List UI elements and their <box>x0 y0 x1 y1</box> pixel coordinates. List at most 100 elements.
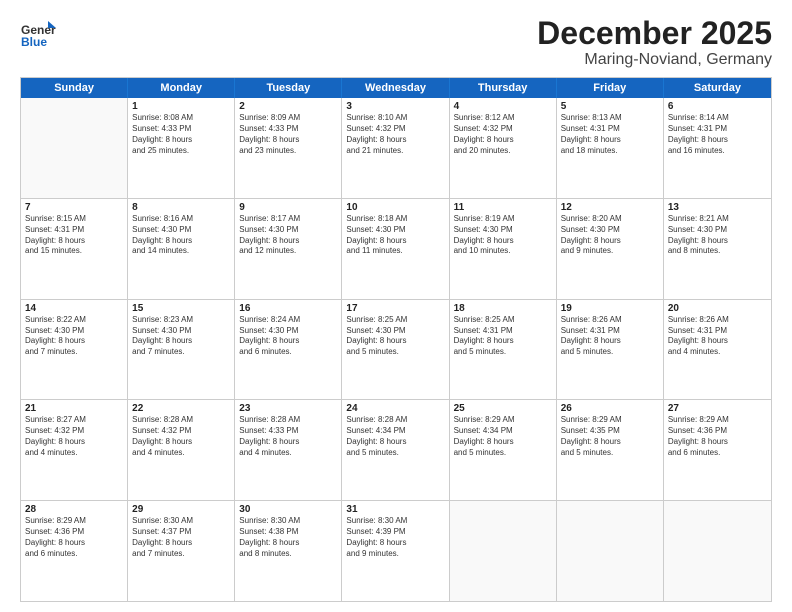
cal-cell: 19Sunrise: 8:26 AM Sunset: 4:31 PM Dayli… <box>557 300 664 400</box>
day-number: 29 <box>132 504 230 515</box>
cell-info: Sunrise: 8:28 AM Sunset: 4:32 PM Dayligh… <box>132 415 230 458</box>
day-number: 15 <box>132 303 230 314</box>
cell-info: Sunrise: 8:29 AM Sunset: 4:35 PM Dayligh… <box>561 415 659 458</box>
title-month: December 2025 <box>537 16 772 51</box>
cell-info: Sunrise: 8:12 AM Sunset: 4:32 PM Dayligh… <box>454 113 552 156</box>
week-row-4: 21Sunrise: 8:27 AM Sunset: 4:32 PM Dayli… <box>21 399 771 500</box>
day-number: 16 <box>239 303 337 314</box>
day-number: 17 <box>346 303 444 314</box>
day-number: 19 <box>561 303 659 314</box>
day-number: 30 <box>239 504 337 515</box>
cal-cell: 23Sunrise: 8:28 AM Sunset: 4:33 PM Dayli… <box>235 400 342 500</box>
day-number: 9 <box>239 202 337 213</box>
day-number: 26 <box>561 403 659 414</box>
header-day-sunday: Sunday <box>21 78 128 98</box>
cal-cell: 29Sunrise: 8:30 AM Sunset: 4:37 PM Dayli… <box>128 501 235 601</box>
header-day-monday: Monday <box>128 78 235 98</box>
week-row-5: 28Sunrise: 8:29 AM Sunset: 4:36 PM Dayli… <box>21 500 771 601</box>
day-number: 24 <box>346 403 444 414</box>
cell-info: Sunrise: 8:27 AM Sunset: 4:32 PM Dayligh… <box>25 415 123 458</box>
cell-info: Sunrise: 8:20 AM Sunset: 4:30 PM Dayligh… <box>561 214 659 257</box>
header-day-wednesday: Wednesday <box>342 78 449 98</box>
cal-cell: 10Sunrise: 8:18 AM Sunset: 4:30 PM Dayli… <box>342 199 449 299</box>
cal-cell: 17Sunrise: 8:25 AM Sunset: 4:30 PM Dayli… <box>342 300 449 400</box>
cell-info: Sunrise: 8:24 AM Sunset: 4:30 PM Dayligh… <box>239 315 337 358</box>
day-number: 3 <box>346 101 444 112</box>
cal-cell: 1Sunrise: 8:08 AM Sunset: 4:33 PM Daylig… <box>128 98 235 198</box>
cell-info: Sunrise: 8:29 AM Sunset: 4:36 PM Dayligh… <box>668 415 767 458</box>
cell-info: Sunrise: 8:25 AM Sunset: 4:31 PM Dayligh… <box>454 315 552 358</box>
cal-cell: 20Sunrise: 8:26 AM Sunset: 4:31 PM Dayli… <box>664 300 771 400</box>
cell-info: Sunrise: 8:17 AM Sunset: 4:30 PM Dayligh… <box>239 214 337 257</box>
day-number: 22 <box>132 403 230 414</box>
cal-cell: 7Sunrise: 8:15 AM Sunset: 4:31 PM Daylig… <box>21 199 128 299</box>
cal-cell: 16Sunrise: 8:24 AM Sunset: 4:30 PM Dayli… <box>235 300 342 400</box>
day-number: 31 <box>346 504 444 515</box>
cal-cell: 6Sunrise: 8:14 AM Sunset: 4:31 PM Daylig… <box>664 98 771 198</box>
cell-info: Sunrise: 8:21 AM Sunset: 4:30 PM Dayligh… <box>668 214 767 257</box>
cal-cell: 13Sunrise: 8:21 AM Sunset: 4:30 PM Dayli… <box>664 199 771 299</box>
header-day-tuesday: Tuesday <box>235 78 342 98</box>
week-row-1: 1Sunrise: 8:08 AM Sunset: 4:33 PM Daylig… <box>21 98 771 198</box>
page: GeneralBlue December 2025 Maring-Noviand… <box>0 0 792 612</box>
day-number: 23 <box>239 403 337 414</box>
day-number: 7 <box>25 202 123 213</box>
cal-cell: 2Sunrise: 8:09 AM Sunset: 4:33 PM Daylig… <box>235 98 342 198</box>
day-number: 1 <box>132 101 230 112</box>
cell-info: Sunrise: 8:14 AM Sunset: 4:31 PM Dayligh… <box>668 113 767 156</box>
title-location: Maring-Noviand, Germany <box>537 51 772 69</box>
calendar: SundayMondayTuesdayWednesdayThursdayFrid… <box>20 77 772 602</box>
cal-cell: 14Sunrise: 8:22 AM Sunset: 4:30 PM Dayli… <box>21 300 128 400</box>
cell-info: Sunrise: 8:09 AM Sunset: 4:33 PM Dayligh… <box>239 113 337 156</box>
cal-cell: 30Sunrise: 8:30 AM Sunset: 4:38 PM Dayli… <box>235 501 342 601</box>
day-number: 6 <box>668 101 767 112</box>
cell-info: Sunrise: 8:15 AM Sunset: 4:31 PM Dayligh… <box>25 214 123 257</box>
cal-cell: 26Sunrise: 8:29 AM Sunset: 4:35 PM Dayli… <box>557 400 664 500</box>
svg-text:Blue: Blue <box>21 35 47 49</box>
cell-info: Sunrise: 8:19 AM Sunset: 4:30 PM Dayligh… <box>454 214 552 257</box>
title-block: December 2025 Maring-Noviand, Germany <box>537 16 772 69</box>
day-number: 13 <box>668 202 767 213</box>
day-number: 20 <box>668 303 767 314</box>
cal-cell: 21Sunrise: 8:27 AM Sunset: 4:32 PM Dayli… <box>21 400 128 500</box>
cal-cell: 31Sunrise: 8:30 AM Sunset: 4:39 PM Dayli… <box>342 501 449 601</box>
cal-cell: 28Sunrise: 8:29 AM Sunset: 4:36 PM Dayli… <box>21 501 128 601</box>
header: GeneralBlue December 2025 Maring-Noviand… <box>20 16 772 69</box>
cell-info: Sunrise: 8:28 AM Sunset: 4:33 PM Dayligh… <box>239 415 337 458</box>
cell-info: Sunrise: 8:29 AM Sunset: 4:34 PM Dayligh… <box>454 415 552 458</box>
cal-cell: 3Sunrise: 8:10 AM Sunset: 4:32 PM Daylig… <box>342 98 449 198</box>
cell-info: Sunrise: 8:10 AM Sunset: 4:32 PM Dayligh… <box>346 113 444 156</box>
week-row-2: 7Sunrise: 8:15 AM Sunset: 4:31 PM Daylig… <box>21 198 771 299</box>
day-number: 12 <box>561 202 659 213</box>
cal-cell: 5Sunrise: 8:13 AM Sunset: 4:31 PM Daylig… <box>557 98 664 198</box>
header-day-thursday: Thursday <box>450 78 557 98</box>
day-number: 14 <box>25 303 123 314</box>
cal-cell <box>21 98 128 198</box>
logo-icon: GeneralBlue <box>20 16 56 52</box>
cal-cell: 11Sunrise: 8:19 AM Sunset: 4:30 PM Dayli… <box>450 199 557 299</box>
cell-info: Sunrise: 8:26 AM Sunset: 4:31 PM Dayligh… <box>668 315 767 358</box>
cell-info: Sunrise: 8:23 AM Sunset: 4:30 PM Dayligh… <box>132 315 230 358</box>
calendar-body: 1Sunrise: 8:08 AM Sunset: 4:33 PM Daylig… <box>21 98 771 601</box>
day-number: 8 <box>132 202 230 213</box>
cell-info: Sunrise: 8:30 AM Sunset: 4:39 PM Dayligh… <box>346 516 444 559</box>
cell-info: Sunrise: 8:25 AM Sunset: 4:30 PM Dayligh… <box>346 315 444 358</box>
cell-info: Sunrise: 8:26 AM Sunset: 4:31 PM Dayligh… <box>561 315 659 358</box>
day-number: 28 <box>25 504 123 515</box>
cal-cell: 27Sunrise: 8:29 AM Sunset: 4:36 PM Dayli… <box>664 400 771 500</box>
day-number: 27 <box>668 403 767 414</box>
cell-info: Sunrise: 8:29 AM Sunset: 4:36 PM Dayligh… <box>25 516 123 559</box>
cal-cell: 8Sunrise: 8:16 AM Sunset: 4:30 PM Daylig… <box>128 199 235 299</box>
cell-info: Sunrise: 8:16 AM Sunset: 4:30 PM Dayligh… <box>132 214 230 257</box>
cell-info: Sunrise: 8:28 AM Sunset: 4:34 PM Dayligh… <box>346 415 444 458</box>
cal-cell <box>664 501 771 601</box>
cal-cell: 25Sunrise: 8:29 AM Sunset: 4:34 PM Dayli… <box>450 400 557 500</box>
cell-info: Sunrise: 8:30 AM Sunset: 4:38 PM Dayligh… <box>239 516 337 559</box>
day-number: 5 <box>561 101 659 112</box>
day-number: 21 <box>25 403 123 414</box>
cal-cell: 15Sunrise: 8:23 AM Sunset: 4:30 PM Dayli… <box>128 300 235 400</box>
cell-info: Sunrise: 8:13 AM Sunset: 4:31 PM Dayligh… <box>561 113 659 156</box>
cal-cell: 4Sunrise: 8:12 AM Sunset: 4:32 PM Daylig… <box>450 98 557 198</box>
week-row-3: 14Sunrise: 8:22 AM Sunset: 4:30 PM Dayli… <box>21 299 771 400</box>
day-number: 18 <box>454 303 552 314</box>
